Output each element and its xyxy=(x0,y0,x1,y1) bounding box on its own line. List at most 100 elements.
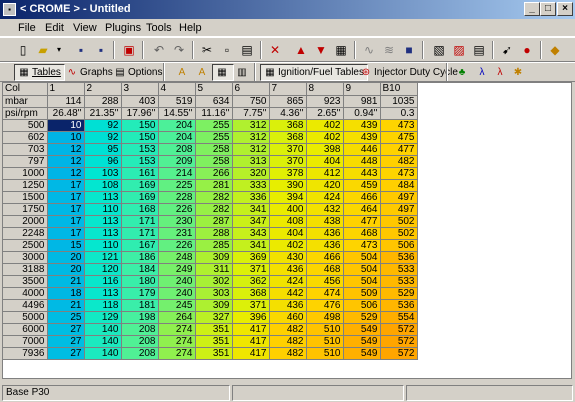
rpm-row-header[interactable]: 4496 xyxy=(3,299,48,312)
table-cell[interactable]: 464 xyxy=(343,203,381,216)
table-cell[interactable]: 266 xyxy=(195,167,233,180)
table-cell[interactable]: 186 xyxy=(121,251,159,264)
table-cell[interactable]: 390 xyxy=(269,179,307,192)
table-cell[interactable]: 92 xyxy=(84,119,122,132)
table-cell[interactable]: 420 xyxy=(306,179,344,192)
rpm-row-header[interactable]: 3188 xyxy=(3,263,48,276)
table-cell[interactable]: 439 xyxy=(343,131,381,144)
table-cell[interactable]: 320 xyxy=(232,167,270,180)
psi-cell[interactable]: 4.36'' xyxy=(269,107,307,120)
table-cell[interactable]: 351 xyxy=(195,347,233,360)
table-cell[interactable]: 230 xyxy=(158,215,196,228)
table-cell[interactable]: 430 xyxy=(269,251,307,264)
table-cell[interactable]: 506 xyxy=(343,299,381,312)
table-cell[interactable]: 118 xyxy=(84,299,122,312)
psi-cell[interactable]: 0.3 xyxy=(380,107,418,120)
rpm-row-header[interactable]: 1250 xyxy=(3,179,48,192)
rpm-row-header[interactable]: 500 xyxy=(3,119,48,132)
table-cell[interactable]: 482 xyxy=(269,335,307,348)
table-cell[interactable]: 497 xyxy=(380,203,418,216)
table-cell[interactable]: 140 xyxy=(84,323,122,336)
psi-cell[interactable]: 14.55'' xyxy=(158,107,196,120)
font-a-button[interactable]: A xyxy=(172,64,194,81)
menu-file[interactable]: File xyxy=(18,22,36,34)
table-cell[interactable]: 370 xyxy=(269,143,307,156)
table-cell[interactable]: 476 xyxy=(306,299,344,312)
table-cell[interactable]: 27 xyxy=(47,347,85,360)
table-cell[interactable]: 466 xyxy=(343,191,381,204)
table-cell[interactable]: 17 xyxy=(47,191,85,204)
table-cell[interactable]: 502 xyxy=(380,227,418,240)
rpm-row-header[interactable]: 1000 xyxy=(3,167,48,180)
table-cell[interactable]: 168 xyxy=(121,203,159,216)
column-header[interactable]: 1 xyxy=(47,83,85,96)
table-cell[interactable]: 184 xyxy=(121,263,159,276)
mbar-cell[interactable]: 288 xyxy=(84,95,122,108)
table-cell[interactable]: 17 xyxy=(47,203,85,216)
table-cell[interactable]: 258 xyxy=(195,143,233,156)
table-cell[interactable]: 312 xyxy=(232,131,270,144)
table-cell[interactable]: 12 xyxy=(47,155,85,168)
table-cell[interactable]: 17 xyxy=(47,227,85,240)
table-cell[interactable]: 368 xyxy=(269,131,307,144)
table-cell[interactable]: 468 xyxy=(343,227,381,240)
table-cell[interactable]: 460 xyxy=(269,311,307,324)
table-cell[interactable]: 446 xyxy=(343,143,381,156)
table-cell[interactable]: 502 xyxy=(380,215,418,228)
settings-button[interactable]: ✱ xyxy=(508,64,530,81)
table-cell[interactable]: 438 xyxy=(306,215,344,228)
rpm-row-header[interactable]: 7936 xyxy=(3,347,48,360)
table-cell[interactable]: 549 xyxy=(343,335,381,348)
table-cell[interactable]: 394 xyxy=(269,191,307,204)
table-cell[interactable]: 484 xyxy=(380,179,418,192)
psi-cell[interactable]: 7.75'' xyxy=(232,107,270,120)
rpm-row-header[interactable]: 1750 xyxy=(3,203,48,216)
table-cell[interactable]: 179 xyxy=(121,287,159,300)
table-cell[interactable]: 180 xyxy=(121,275,159,288)
table-cell[interactable]: 309 xyxy=(195,299,233,312)
options-button[interactable]: ▤ Options xyxy=(110,64,166,81)
table-cell[interactable]: 313 xyxy=(232,155,270,168)
table-cell[interactable]: 110 xyxy=(84,239,122,252)
table-cell[interactable]: 113 xyxy=(84,287,122,300)
table-cell[interactable]: 466 xyxy=(306,251,344,264)
table-cell[interactable]: 309 xyxy=(195,251,233,264)
rpm-row-header[interactable]: 602 xyxy=(3,131,48,144)
document-icon[interactable]: ▤ xyxy=(470,41,488,59)
table-cell[interactable]: 169 xyxy=(121,179,159,192)
table-cell[interactable]: 368 xyxy=(269,119,307,132)
table-cell[interactable]: 12 xyxy=(47,143,85,156)
table-cell[interactable]: 129 xyxy=(84,311,122,324)
table-cell[interactable]: 21 xyxy=(47,299,85,312)
table-cell[interactable]: 248 xyxy=(158,251,196,264)
mbar-cell[interactable]: 750 xyxy=(232,95,270,108)
table-cell[interactable]: 529 xyxy=(380,287,418,300)
menu-tools[interactable]: Tools xyxy=(146,22,172,34)
table-cell[interactable]: 140 xyxy=(84,347,122,360)
column-header[interactable]: 9 xyxy=(343,83,381,96)
menu-plugins[interactable]: Plugins xyxy=(105,22,141,34)
table-cell[interactable]: 153 xyxy=(121,143,159,156)
table-cell[interactable]: 417 xyxy=(232,347,270,360)
table-cell[interactable]: 572 xyxy=(380,347,418,360)
table-cell[interactable]: 554 xyxy=(380,311,418,324)
table-cell[interactable]: 549 xyxy=(343,347,381,360)
rpm-row-header[interactable]: 1500 xyxy=(3,191,48,204)
table-cell[interactable]: 274 xyxy=(158,335,196,348)
table-cell[interactable]: 477 xyxy=(380,143,418,156)
table-cell[interactable]: 287 xyxy=(195,215,233,228)
font-b-button[interactable]: A xyxy=(192,64,214,81)
table-cell[interactable]: 402 xyxy=(306,131,344,144)
table-cell[interactable]: 572 xyxy=(380,335,418,348)
table-cell[interactable]: 473 xyxy=(343,239,381,252)
table-cell[interactable]: 116 xyxy=(84,275,122,288)
table-cell[interactable]: 509 xyxy=(343,287,381,300)
grid-view-button[interactable]: ▦ xyxy=(212,64,234,81)
table-cell[interactable]: 497 xyxy=(380,191,418,204)
psi-cell[interactable]: 2.65'' xyxy=(306,107,344,120)
table-cell[interactable]: 226 xyxy=(158,203,196,216)
table-cell[interactable]: 95 xyxy=(84,143,122,156)
minimize-button[interactable]: _ xyxy=(524,2,540,16)
table-cell[interactable]: 443 xyxy=(343,167,381,180)
table-cell[interactable]: 120 xyxy=(84,263,122,276)
